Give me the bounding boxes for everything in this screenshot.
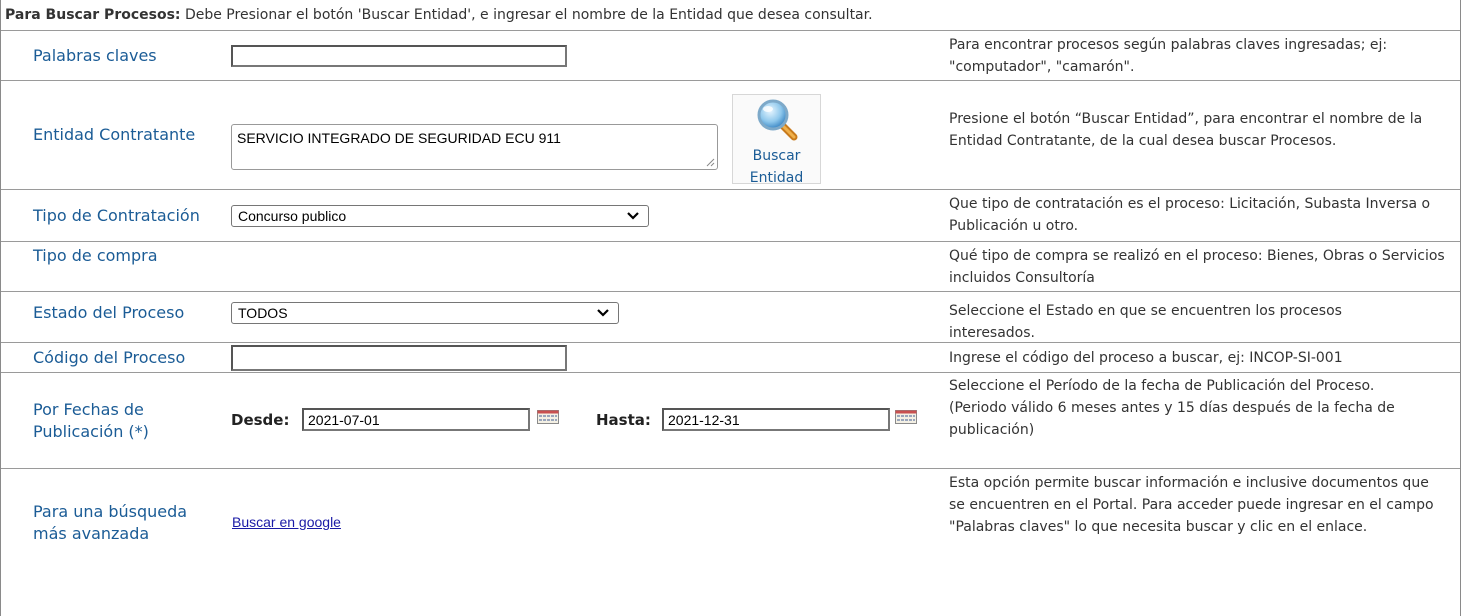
row-status: Estado del Proceso TODOS Seleccione el E… — [1, 292, 1460, 343]
dates-label-line2: Publicación (*) — [33, 422, 149, 441]
status-help: Seleccione el Estado en que se encuentre… — [949, 303, 1342, 341]
resize-grip-icon[interactable] — [705, 157, 715, 167]
entity-help: Presione el botón “Buscar Entidad”, para… — [949, 111, 1423, 149]
from-date-input[interactable] — [302, 408, 530, 431]
row-entity: Entidad Contratante SERVICIO INTEGRADO D… — [1, 81, 1460, 190]
purchase-type-help: Qué tipo de compra se realizó en el proc… — [949, 248, 1445, 286]
contract-type-select[interactable]: Concurso publico — [231, 205, 649, 227]
row-contract-type: Tipo de Contratación Concurso publico Qu… — [1, 190, 1460, 242]
search-entity-line1: Buscar — [752, 148, 801, 164]
advanced-help: Esta opción permite buscar información e… — [949, 475, 1434, 535]
dates-help: Seleccione el Período de la fecha de Pub… — [949, 375, 1400, 441]
row-keywords: Palabras claves Para encontrar procesos … — [1, 31, 1460, 81]
to-date-input[interactable] — [662, 408, 890, 431]
row-dates: Por Fechas de Publicación (*) Desde: Has… — [1, 373, 1460, 469]
advanced-label-line2: más avanzada — [33, 524, 150, 543]
instructions-text: Debe Presionar el botón 'Buscar Entidad'… — [180, 7, 873, 23]
code-input[interactable] — [231, 345, 567, 371]
code-help: Ingrese el código del proceso a buscar, … — [949, 350, 1343, 366]
entity-label: Entidad Contratante — [33, 125, 196, 144]
keywords-help: Para encontrar procesos según palabras c… — [949, 37, 1388, 75]
dates-help-line1: Seleccione el Período de la fecha de Pub… — [949, 378, 1375, 394]
search-entity-button[interactable]: Buscar Entidad — [732, 94, 821, 186]
status-value: TODOS — [238, 305, 288, 321]
from-label: Desde: — [231, 411, 290, 429]
google-search-link[interactable]: Buscar en google — [232, 514, 341, 530]
status-label: Estado del Proceso — [33, 303, 185, 322]
chevron-down-icon — [597, 309, 609, 317]
contract-type-value: Concurso publico — [238, 208, 347, 224]
row-advanced: Para una búsqueda más avanzada Buscar en… — [1, 469, 1460, 577]
keywords-label: Palabras claves — [33, 46, 157, 65]
entity-textarea[interactable]: SERVICIO INTEGRADO DE SEGURIDAD ECU 911 — [231, 124, 718, 170]
advanced-label-line1: Para una búsqueda — [33, 502, 188, 521]
contract-type-label: Tipo de Contratación — [33, 206, 200, 225]
status-select[interactable]: TODOS — [231, 302, 619, 324]
magnifier-icon — [757, 99, 797, 141]
to-label: Hasta: — [596, 411, 651, 429]
code-label: Código del Proceso — [33, 348, 186, 367]
keywords-input[interactable] — [231, 45, 567, 67]
dates-help-line2: (Periodo válido 6 meses antes y 15 días … — [949, 400, 1395, 438]
purchase-type-label: Tipo de compra — [33, 246, 158, 265]
chevron-down-icon — [627, 212, 639, 220]
instructions-bar: Para Buscar Procesos: Debe Presionar el … — [1, 0, 1460, 31]
row-purchase-type: Tipo de compra Qué tipo de compra se rea… — [1, 242, 1460, 292]
dates-label: Por Fechas de Publicación (*) — [33, 399, 149, 443]
advanced-label: Para una búsqueda más avanzada — [33, 501, 187, 545]
row-code: Código del Proceso Ingrese el código del… — [1, 343, 1460, 373]
search-form: Para Buscar Procesos: Debe Presionar el … — [0, 0, 1461, 616]
contract-type-help: Que tipo de contratación es el proceso: … — [949, 196, 1431, 234]
entity-value: SERVICIO INTEGRADO DE SEGURIDAD ECU 911 — [237, 130, 561, 146]
dates-label-line1: Por Fechas de — [33, 400, 144, 419]
calendar-icon[interactable] — [537, 410, 559, 424]
search-entity-line2: Entidad — [749, 170, 804, 186]
calendar-icon[interactable] — [895, 410, 917, 424]
instructions-lead: Para Buscar Procesos: — [5, 7, 181, 23]
